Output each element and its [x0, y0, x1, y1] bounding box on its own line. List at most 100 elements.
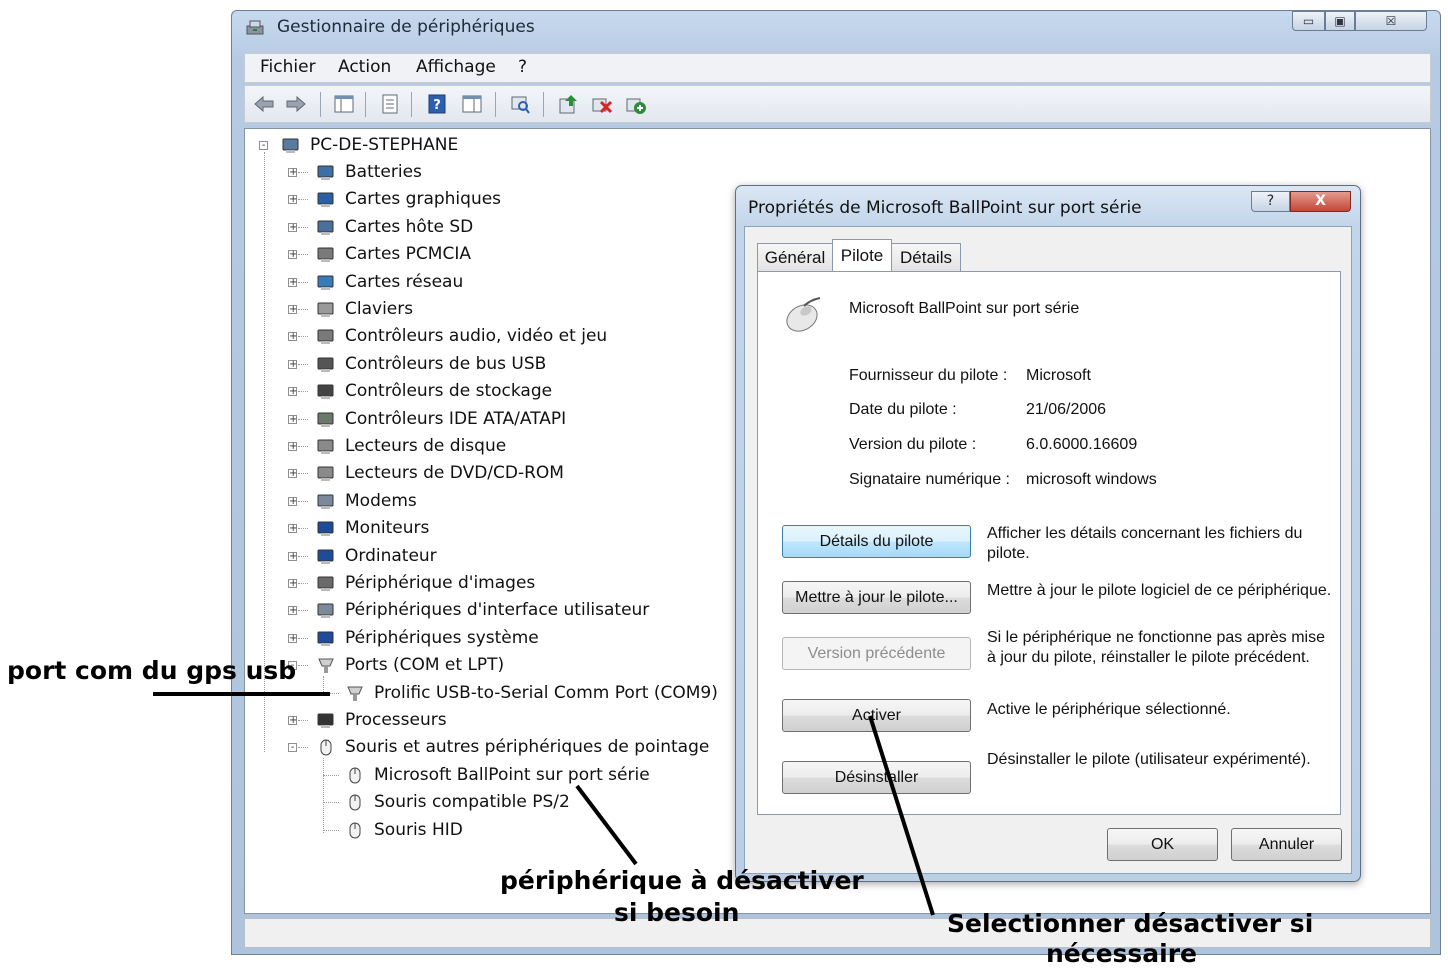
menu-help[interactable]: ?: [518, 57, 527, 77]
menu-fichier[interactable]: Fichier: [260, 57, 316, 77]
tree-category[interactable]: Batteries: [316, 160, 422, 184]
expand-toggle[interactable]: +: [288, 579, 297, 589]
dialog-close-button[interactable]: X: [1290, 191, 1351, 212]
tree-category[interactable]: Lecteurs de DVD/CD-ROM: [316, 461, 564, 485]
tree-item-label: Souris et autres périphériques de pointa…: [345, 737, 710, 758]
tree-device[interactable]: Souris compatible PS/2: [345, 790, 570, 814]
action-pane-icon[interactable]: [461, 93, 483, 115]
tree-category[interactable]: Moniteurs: [316, 516, 429, 540]
properties-icon[interactable]: [379, 93, 401, 115]
annotation-peripherique-line1: périphérique à désactiver: [500, 866, 864, 895]
title-bar[interactable]: Gestionnaire de périphériques ▭ ▣ ☒: [232, 11, 1440, 47]
expand-toggle[interactable]: +: [288, 551, 297, 561]
tree-item-label: Batteries: [345, 162, 422, 182]
ok-button[interactable]: OK: [1107, 828, 1218, 861]
tree-category[interactable]: Cartes graphiques: [316, 187, 501, 211]
tree-connector: [323, 802, 339, 804]
expand-toggle[interactable]: +: [288, 195, 297, 205]
tab-pilote[interactable]: Pilote: [832, 239, 892, 271]
device-name: Microsoft BallPoint sur port série: [849, 300, 1080, 317]
expand-toggle[interactable]: +: [288, 524, 297, 534]
minimize-button[interactable]: ▭: [1292, 11, 1325, 31]
expand-toggle[interactable]: +: [288, 305, 297, 315]
computer-icon: [317, 549, 334, 564]
rollback-driver-button[interactable]: Version précédente: [782, 637, 971, 670]
enable-device-button[interactable]: Activer: [782, 699, 971, 732]
back-arrow-icon[interactable]: [253, 93, 275, 115]
usb-icon: [317, 357, 334, 372]
tree-category[interactable]: Contrôleurs IDE ATA/ATAPI: [316, 407, 566, 431]
cpu-icon: [317, 713, 334, 728]
tree-category[interactable]: Périphériques système: [316, 626, 539, 650]
scan-hardware-icon[interactable]: [509, 93, 531, 115]
expand-toggle[interactable]: +: [288, 606, 297, 616]
update-driver-icon[interactable]: [557, 93, 579, 115]
tree-item-label: Ordinateur: [345, 545, 437, 566]
tree-device[interactable]: Prolific USB-to-Serial Comm Port (COM9): [345, 681, 718, 705]
uninstall-device-icon[interactable]: [591, 93, 613, 115]
driver-details-button[interactable]: Détails du pilote: [782, 525, 971, 558]
update-driver-button[interactable]: Mettre à jour le pilote...: [782, 581, 971, 614]
expand-toggle[interactable]: +: [288, 716, 297, 726]
expand-toggle[interactable]: +: [288, 387, 297, 397]
collapse-toggle[interactable]: -: [259, 141, 268, 151]
expand-toggle[interactable]: +: [288, 250, 297, 260]
tree-category[interactable]: Ports (COM et LPT): [316, 653, 504, 677]
tree-category[interactable]: Cartes PCMCIA: [316, 242, 471, 266]
expand-toggle[interactable]: +: [288, 222, 297, 232]
tree-category[interactable]: Souris et autres périphériques de pointa…: [316, 735, 709, 759]
expand-toggle[interactable]: +: [288, 442, 297, 452]
tree-connector: [298, 446, 308, 447]
tree-category[interactable]: Périphériques d'interface utilisateur: [316, 598, 649, 622]
tree-category[interactable]: Contrôleurs audio, vidéo et jeu: [316, 324, 607, 348]
collapse-toggle[interactable]: -: [288, 743, 297, 753]
tab-general[interactable]: Général: [757, 243, 833, 271]
tree-category[interactable]: Périphérique d'images: [316, 571, 535, 595]
tree-root[interactable]: PC-DE-STEPHANE: [281, 133, 458, 157]
cancel-button[interactable]: Annuler: [1231, 828, 1342, 861]
expand-toggle[interactable]: +: [288, 359, 297, 369]
expand-toggle[interactable]: +: [288, 496, 297, 506]
expand-toggle[interactable]: +: [288, 414, 297, 424]
tree-category[interactable]: Modems: [316, 489, 417, 513]
tree-category[interactable]: Lecteurs de disque: [316, 434, 506, 458]
show-hide-console-tree-icon[interactable]: [333, 93, 355, 115]
dvd-icon: [317, 466, 334, 482]
close-button[interactable]: ☒: [1355, 11, 1427, 31]
maximize-button[interactable]: ▣: [1325, 11, 1355, 31]
expand-toggle[interactable]: +: [288, 168, 297, 178]
mousedev-icon: [349, 794, 361, 811]
expand-toggle[interactable]: +: [288, 633, 297, 643]
modem-icon: [317, 494, 334, 509]
tree-category[interactable]: Contrôleurs de stockage: [316, 379, 552, 403]
tree-category[interactable]: Processeurs: [316, 708, 447, 732]
toolbar-separator: [543, 92, 544, 117]
tree-device[interactable]: Microsoft BallPoint sur port série: [345, 763, 650, 787]
expand-toggle[interactable]: +: [288, 277, 297, 287]
tree-category[interactable]: Contrôleurs de bus USB: [316, 352, 546, 376]
tree-category[interactable]: Cartes réseau: [316, 270, 463, 294]
dialog-title: Propriétés de Microsoft BallPoint sur po…: [748, 198, 1142, 218]
uninstall-driver-button[interactable]: Désinstaller: [782, 761, 971, 794]
field-label-date: Date du pilote :: [849, 401, 957, 418]
tree-connector: [298, 500, 308, 502]
forward-arrow-icon[interactable]: [285, 93, 307, 115]
tab-details[interactable]: Détails: [891, 243, 961, 271]
sd-icon: [317, 220, 334, 235]
tree-connector: [298, 610, 308, 612]
tree-device[interactable]: Souris HID: [345, 818, 463, 842]
tree-category[interactable]: Cartes hôte SD: [316, 215, 473, 239]
expand-toggle[interactable]: +: [288, 469, 297, 479]
menu-affichage[interactable]: Affichage: [416, 57, 496, 77]
tree-category[interactable]: Claviers: [316, 297, 413, 321]
expand-toggle[interactable]: +: [288, 332, 297, 342]
tree-category[interactable]: Ordinateur: [316, 544, 437, 568]
enable-device-icon[interactable]: [625, 93, 647, 115]
device-manager-icon: [246, 20, 264, 35]
help-icon[interactable]: ?: [426, 93, 448, 115]
dialog-help-button[interactable]: ?: [1251, 191, 1290, 212]
camera-icon: [317, 576, 334, 591]
tree-connector: [298, 720, 308, 721]
menu-action[interactable]: Action: [338, 57, 391, 77]
storage-icon: [317, 384, 334, 400]
